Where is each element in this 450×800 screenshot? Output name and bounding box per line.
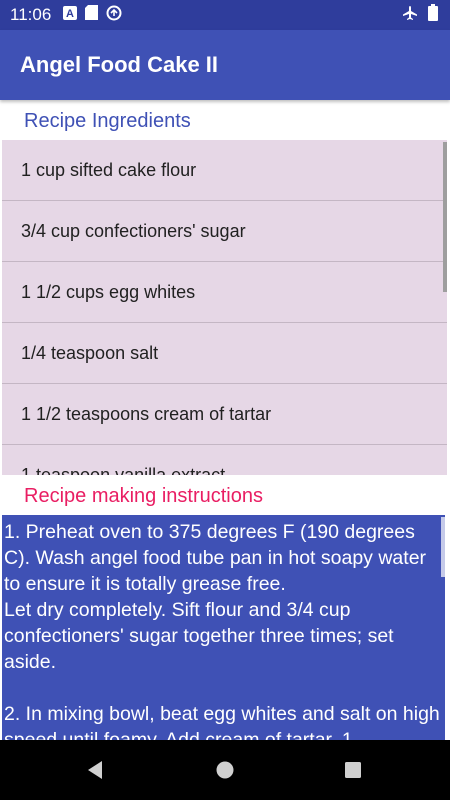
recents-button[interactable] xyxy=(323,740,383,800)
status-notification-icons: A xyxy=(63,5,122,26)
ingredients-list[interactable]: 1 cup sifted cake flour 3/4 cup confecti… xyxy=(2,140,447,475)
app-bar: Angel Food Cake II xyxy=(0,30,450,100)
instructions-scrollbar[interactable] xyxy=(441,517,445,577)
airplane-icon xyxy=(402,5,418,26)
list-item[interactable]: 1 1/2 teaspoons cream of tartar xyxy=(2,384,447,445)
instructions-text: 1. Preheat oven to 375 degrees F (190 de… xyxy=(4,521,440,740)
status-system-icons xyxy=(402,4,438,26)
back-button[interactable] xyxy=(65,740,125,800)
navigation-bar xyxy=(0,740,450,800)
instructions-panel[interactable]: 1. Preheat oven to 375 degrees F (190 de… xyxy=(2,515,445,740)
instructions-heading: Recipe making instructions xyxy=(24,485,263,507)
ingredients-scrollbar[interactable] xyxy=(443,142,447,292)
status-time: 11:06 xyxy=(10,5,52,24)
recents-icon xyxy=(345,762,361,778)
status-bar: 11:06 A xyxy=(0,0,450,30)
sync-circle-icon xyxy=(106,5,122,26)
svg-text:A: A xyxy=(66,8,74,20)
list-item[interactable]: 1 cup sifted cake flour xyxy=(2,140,447,201)
list-item[interactable]: 1/4 teaspoon salt xyxy=(2,323,447,384)
back-icon xyxy=(88,761,102,779)
text-a-icon: A xyxy=(63,5,78,25)
home-icon xyxy=(216,761,234,779)
sd-card-icon xyxy=(85,5,99,25)
list-item[interactable]: 1 1/2 cups egg whites xyxy=(2,262,447,323)
ingredients-heading: Recipe Ingredients xyxy=(24,110,191,132)
home-button[interactable] xyxy=(195,740,255,800)
list-item[interactable]: 1 teaspoon vanilla extract xyxy=(2,445,447,476)
battery-icon xyxy=(428,4,438,26)
list-item[interactable]: 3/4 cup confectioners' sugar xyxy=(2,201,447,262)
page-title: Angel Food Cake II xyxy=(20,52,219,77)
